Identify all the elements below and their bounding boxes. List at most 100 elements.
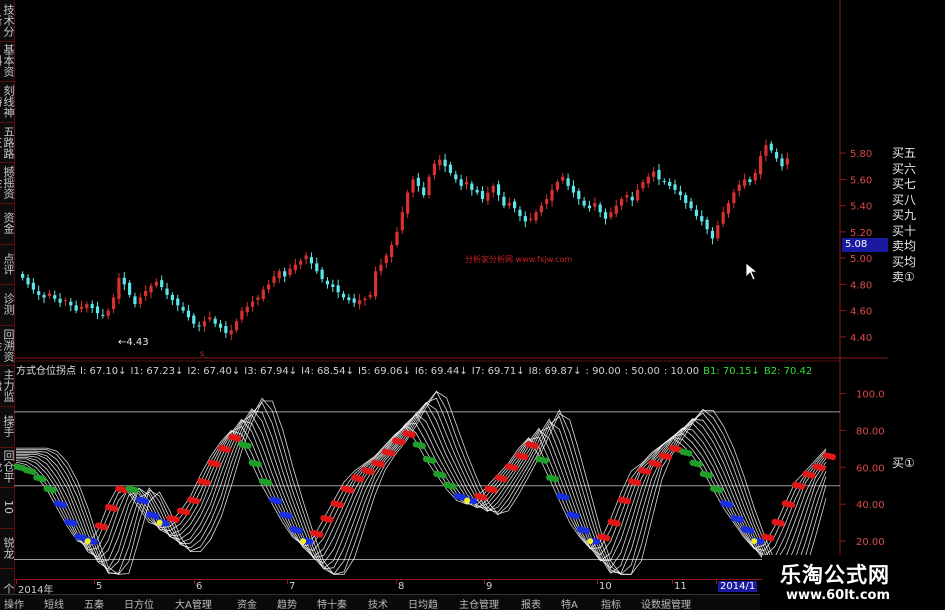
candle-body — [422, 187, 426, 196]
side-tab-bar: 技术分析基本资料刻线神特五路路王撼摇资金资金点评诊测回溯资金主力监盘操手回仓平龙… — [0, 0, 15, 610]
candle-body — [149, 285, 153, 293]
turning-point-dot — [587, 538, 594, 545]
price-tick-label: 4.40 — [850, 333, 872, 344]
ad-banner[interactable]: 乐淘公式网 www.60lt.com — [762, 555, 945, 609]
candle-body — [406, 192, 410, 214]
candle-body — [619, 199, 624, 206]
price-tick-label: 4.60 — [850, 307, 872, 318]
order-label-7: 买均 — [892, 254, 917, 269]
candle-body — [63, 300, 68, 302]
candle-body — [320, 269, 324, 280]
signal-dot — [204, 479, 211, 487]
side-tab-11[interactable]: 回仓平龙 — [0, 447, 14, 489]
side-tab-13[interactable]: 锐龙 — [0, 528, 14, 570]
bottom-tab[interactable]: 操作 — [4, 596, 24, 610]
candle-body — [347, 297, 351, 301]
bottom-tab[interactable]: 特十秦 — [317, 596, 347, 610]
signal-dot — [111, 505, 119, 512]
bottom-tab[interactable]: 大A管理 — [175, 596, 212, 610]
candle-body — [133, 296, 137, 305]
ad-url[interactable]: www.60lt.com — [786, 588, 890, 603]
bottom-tab[interactable]: 特A — [561, 596, 578, 610]
candle-body — [267, 284, 271, 290]
signal-dot — [50, 487, 57, 494]
candle-body — [229, 330, 233, 335]
side-tab-0[interactable]: 技术分析 — [0, 0, 14, 42]
bottom-tab[interactable]: 趋势 — [277, 596, 297, 610]
bottom-tab[interactable]: 设数据管理 — [641, 596, 691, 610]
candle-body — [775, 152, 779, 159]
order-label-0: 买五 — [892, 146, 917, 160]
candle-body — [106, 310, 110, 316]
candle-body — [26, 277, 30, 285]
indicator-value: I8: 69.87↓ — [528, 366, 582, 376]
signal-dot — [552, 475, 560, 483]
bottom-tab[interactable]: 指标 — [601, 596, 621, 610]
signal-dot — [91, 538, 98, 546]
signal-dot — [286, 512, 293, 520]
date-axis: 2014年 5 6 7 8 9 10 11 2014/1 — [14, 579, 840, 596]
candle-body — [31, 282, 35, 290]
signal-dot — [747, 527, 755, 535]
candle-body — [785, 158, 789, 165]
side-tab-10[interactable]: 操手 — [0, 406, 14, 448]
bottom-tab[interactable]: 资金 — [237, 596, 257, 610]
bottom-tab[interactable]: 五秦 — [84, 596, 104, 610]
side-tab-12[interactable]: 10 — [0, 487, 14, 529]
ind-tick-label: 20.00 — [856, 537, 885, 548]
candle-body — [470, 183, 474, 190]
side-tab-1[interactable]: 基本资料 — [0, 41, 14, 83]
bottom-tab[interactable]: 主仓管理 — [459, 596, 499, 610]
candle-body — [496, 184, 501, 196]
side-tab-5[interactable]: 资金 — [0, 203, 14, 245]
side-tab-4[interactable]: 撼摇资金 — [0, 162, 14, 204]
bottom-tab[interactable]: 技术 — [368, 596, 388, 610]
candle-body — [357, 300, 362, 305]
signal-dot — [511, 464, 519, 472]
candle-body — [603, 212, 608, 219]
signal-dot — [101, 523, 109, 531]
candle-body — [625, 195, 629, 198]
bottom-tab[interactable]: 报表 — [521, 596, 541, 610]
bottom-tab[interactable]: 日方位 — [124, 596, 154, 610]
indicator-value: : 90.00 — [585, 366, 621, 376]
price-tick-label: 5.60 — [850, 175, 872, 186]
candle-body — [593, 203, 597, 207]
candle-body — [748, 179, 752, 182]
date-label: 8 — [398, 581, 405, 592]
signal-dot — [132, 487, 139, 494]
signal-dot — [768, 535, 775, 542]
indicator-value: : 50.00 — [624, 366, 660, 376]
marker-s: s — [200, 349, 204, 358]
side-tab-7[interactable]: 诊测 — [0, 284, 14, 326]
side-tab-6[interactable]: 点评 — [0, 244, 14, 286]
signal-dot — [255, 461, 262, 468]
signal-dot — [152, 512, 160, 520]
date-tick — [716, 580, 717, 584]
candle-body — [758, 155, 763, 175]
candle-body — [726, 203, 731, 214]
indicator-value: I3: 67.94↓ — [244, 366, 298, 376]
bottom-tab[interactable]: 日均趋 — [408, 596, 438, 610]
chart-canvas: 5.805.605.405.205.004.804.604.40 100.080… — [14, 0, 888, 578]
side-tab-9[interactable]: 主力监盘 — [0, 365, 14, 407]
indicator-value: I7: 69.71↓ — [471, 366, 525, 376]
price-tick-label: 5.80 — [850, 149, 872, 160]
candle-body — [251, 301, 255, 307]
price-tick-label: 5.40 — [850, 202, 872, 213]
candlestick-series — [21, 139, 789, 341]
candle-body — [154, 281, 158, 286]
candle-body — [186, 310, 191, 318]
signal-dot — [306, 538, 314, 546]
candle-body — [117, 277, 121, 300]
candle-body — [315, 263, 319, 272]
side-tab-2[interactable]: 刻线神特 — [0, 81, 14, 123]
side-tab-8[interactable]: 回溯资金 — [0, 325, 14, 367]
candle-body — [518, 209, 522, 217]
bottom-tab[interactable]: 短线 — [44, 596, 64, 610]
candle-body — [352, 298, 356, 303]
signal-dot — [809, 472, 816, 479]
side-tab-3[interactable]: 五路路王 — [0, 122, 14, 164]
signal-dot — [624, 498, 631, 505]
signal-dot — [337, 501, 344, 509]
